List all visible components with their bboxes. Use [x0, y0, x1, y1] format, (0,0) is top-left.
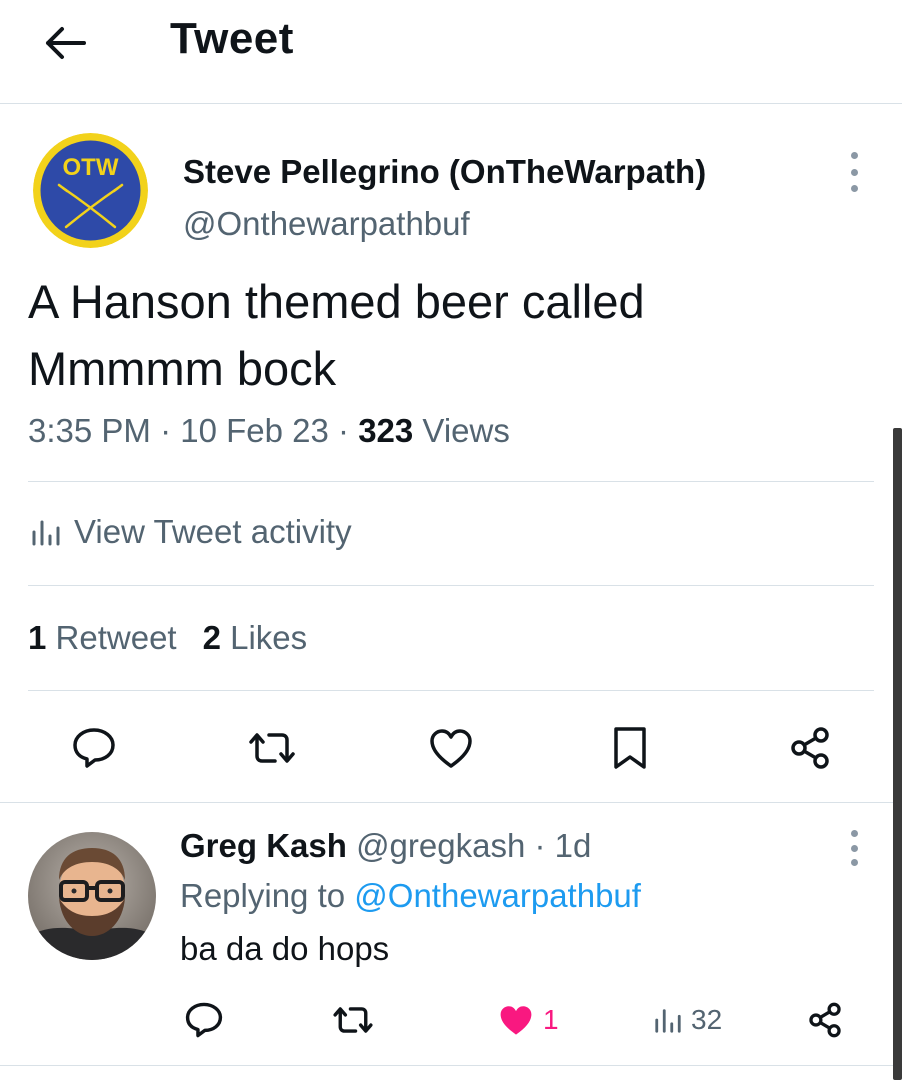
more-icon[interactable] [846, 152, 862, 192]
reply-icon [73, 728, 115, 768]
more-icon[interactable] [846, 830, 862, 866]
retweets-stat[interactable]: 1 Retweet [28, 619, 177, 656]
retweet-icon [333, 1007, 373, 1033]
tweet-text-line: Mmmmm bock [28, 342, 337, 395]
retweet-icon [249, 733, 295, 763]
views-label: Views [422, 412, 510, 449]
tweet-action-bar [0, 718, 902, 778]
divider [28, 481, 874, 482]
reply-avatar[interactable] [28, 832, 156, 960]
reply-author-name[interactable]: Greg Kash [180, 827, 347, 864]
page-title: Tweet [170, 14, 294, 63]
tweet-text-line: A Hanson themed beer called [28, 275, 645, 328]
back-arrow-icon[interactable] [40, 18, 90, 68]
tweet-time[interactable]: 3:35 PM [28, 412, 151, 449]
reply-header: Greg Kash @gregkash · 1d [180, 827, 592, 864]
bookmark-icon [614, 727, 646, 769]
bookmark-button[interactable] [600, 718, 660, 778]
liked-heart-icon [500, 1006, 532, 1035]
reply-reply-button[interactable] [184, 995, 224, 1045]
scrollbar[interactable] [893, 428, 902, 1080]
replying-to-handle-link[interactable]: @Onthewarpathbuf [354, 877, 641, 914]
replying-to: Replying to @Onthewarpathbuf [180, 877, 641, 915]
reply-like-count: 1 [543, 1004, 559, 1035]
like-icon [430, 729, 472, 768]
tweet-text: A Hanson themed beer called Mmmmm bock [28, 268, 868, 402]
reply-age: 1d [554, 827, 592, 864]
reply-action-bar: 1 32 [0, 995, 902, 1045]
views-icon [655, 1009, 681, 1033]
reply-like-button[interactable]: 1 [497, 995, 559, 1045]
likes-stat[interactable]: 2 Likes [203, 619, 308, 656]
retweets-label: Retweet [55, 619, 177, 656]
reply-views-button[interactable]: 32 [653, 995, 722, 1045]
retweets-count: 1 [28, 619, 47, 656]
divider [28, 585, 874, 586]
reply-retweet-button[interactable] [330, 995, 376, 1045]
tweet-meta: 3:35 PM · 10 Feb 23 · 323 Views [28, 412, 510, 449]
top-bar: Tweet [0, 0, 902, 104]
divider [28, 690, 874, 691]
retweet-button[interactable] [242, 718, 302, 778]
replying-prefix: Replying to [180, 877, 346, 914]
likes-label: Likes [230, 619, 308, 656]
avatar-logo-text: OTW [63, 154, 119, 181]
activity-label: View Tweet activity [74, 513, 352, 550]
like-button[interactable] [421, 718, 481, 778]
reply-views-count: 32 [691, 1004, 723, 1035]
share-button[interactable] [780, 718, 840, 778]
share-icon [809, 1002, 841, 1038]
author-avatar[interactable]: OTW [33, 133, 148, 248]
engagement-stats: 1 Retweet 2 Likes [28, 619, 307, 657]
view-tweet-activity-link[interactable]: View Tweet activity [30, 513, 352, 551]
bar-chart-icon [32, 520, 60, 546]
reply-icon [185, 1002, 223, 1038]
author-name[interactable]: Steve Pellegrino (OnTheWarpath) [183, 153, 706, 191]
author-handle[interactable]: @Onthewarpathbuf [183, 205, 470, 243]
reply-author-handle[interactable]: @gregkash [356, 827, 525, 864]
reply-share-button[interactable] [806, 995, 844, 1045]
likes-count: 2 [202, 619, 221, 656]
reply-button[interactable] [64, 718, 124, 778]
reply-text: ba da do hops [180, 930, 390, 967]
views-count: 323 [358, 412, 414, 449]
share-icon [791, 727, 829, 769]
tweet-date[interactable]: 10 Feb 23 [180, 412, 329, 449]
